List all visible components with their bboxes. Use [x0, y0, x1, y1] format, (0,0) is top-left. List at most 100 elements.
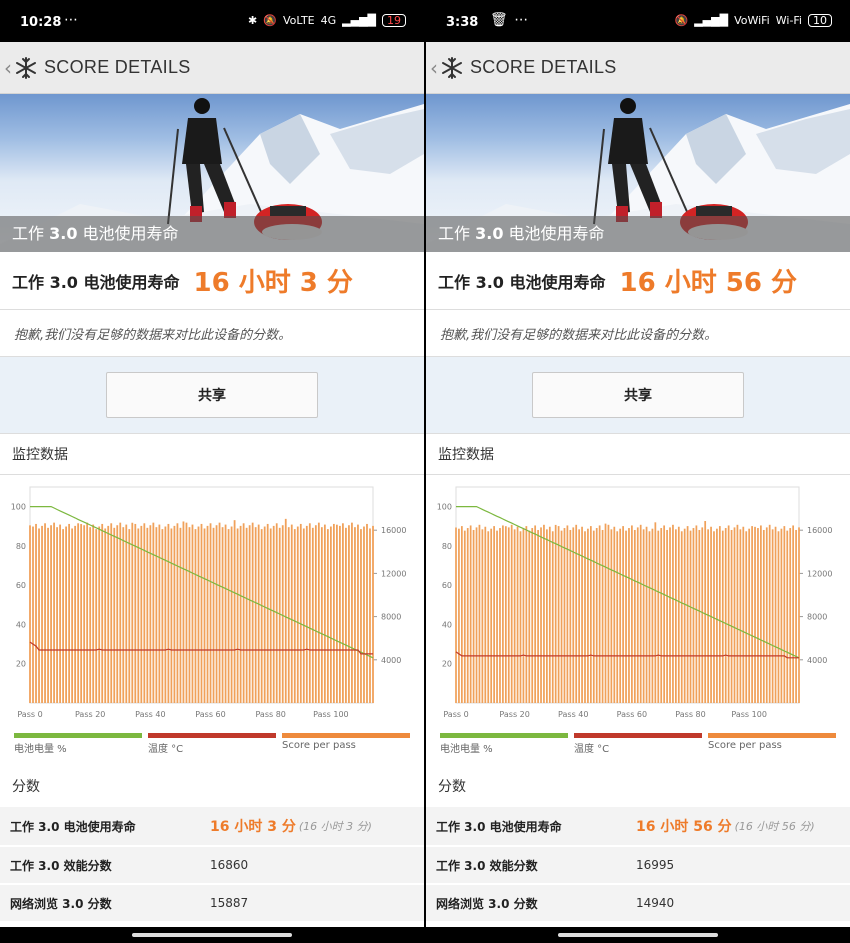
score-bar — [622, 526, 624, 703]
chart-legend: 电池电量 % 温度 °C Score per pass — [14, 733, 410, 755]
score-bar — [460, 526, 463, 703]
share-button[interactable]: 共享 — [532, 372, 744, 418]
score-bar — [339, 525, 341, 703]
score-bar — [475, 527, 478, 703]
score-bar — [158, 524, 161, 703]
score-bar — [29, 525, 31, 703]
status-icons: ✱ 🔕 VoLTE 4G ▂▄▆█ 19 — [248, 14, 406, 27]
score-bar — [531, 528, 534, 703]
score-bar — [654, 522, 657, 703]
home-gesture-handle[interactable] — [132, 933, 292, 937]
page-title: SCORE DETAILS — [470, 57, 617, 77]
score-bar — [323, 524, 326, 703]
score-bar — [326, 529, 329, 703]
result-label: 工作 3.0 电池使用寿命 — [12, 272, 180, 292]
score-bar — [484, 526, 487, 703]
score-bar — [502, 525, 504, 703]
score-bar — [507, 527, 510, 703]
score-bar — [329, 526, 332, 703]
score-bar — [516, 526, 519, 703]
score-bar — [317, 522, 320, 703]
score-bar — [777, 531, 780, 703]
score-name: 工作 3.0 电池使用寿命 — [10, 819, 136, 834]
result-label: 工作 3.0 电池使用寿命 — [438, 272, 606, 292]
score-bar — [721, 530, 724, 703]
score-bar — [466, 528, 469, 703]
scores-section-title: 分数 — [0, 765, 424, 807]
score-bar — [200, 523, 203, 703]
battery-icon: 19 — [382, 14, 406, 27]
score-bar — [592, 530, 595, 703]
score-bar — [218, 522, 221, 703]
score-bar — [551, 531, 554, 703]
score-bar — [651, 528, 654, 703]
y-left-tick-label: 20 — [16, 660, 26, 669]
score-bar — [83, 525, 86, 703]
score-bar — [771, 529, 774, 703]
score-bar — [742, 526, 745, 703]
legend-swatch-score — [708, 733, 836, 738]
score-bar — [167, 523, 170, 703]
y-left-tick-label: 40 — [16, 620, 26, 629]
score-name: 网络浏览 3.0 分数 — [10, 896, 112, 911]
score-bar — [351, 522, 353, 703]
legend-battery: 电池电量 % — [14, 744, 67, 755]
score-bar — [733, 527, 736, 703]
chevron-left-icon[interactable]: ‹ — [430, 56, 438, 80]
score-bar — [206, 525, 209, 703]
score-bar — [242, 523, 245, 703]
score-bar — [519, 531, 522, 703]
score-bar — [80, 524, 83, 703]
score-bar — [302, 528, 305, 703]
score-bar — [493, 526, 495, 703]
score-row: 网络浏览 3.0 分数 14940 — [426, 885, 850, 923]
score-bar — [730, 529, 733, 703]
score-bar — [281, 525, 284, 703]
y-left-tick-label: 80 — [16, 542, 26, 551]
home-gesture-handle[interactable] — [558, 933, 718, 937]
chevron-left-icon[interactable]: ‹ — [4, 56, 12, 80]
score-bar — [672, 524, 674, 703]
y-right-tick-label: 8000 — [807, 613, 827, 622]
score-bar — [191, 524, 194, 703]
score-bar — [113, 527, 116, 703]
volte-icon: VoLTE — [282, 14, 315, 27]
score-row: 工作 3.0 电池使用寿命 16 小时 3 分 (16 小时 3 分) — [0, 807, 424, 847]
score-bar — [62, 529, 64, 703]
score-subvalue: (16 小时 3 分) — [298, 820, 372, 833]
score-bar — [639, 524, 642, 703]
score-bar — [134, 523, 137, 703]
score-bar — [581, 526, 583, 703]
wifi-icon: Wi-Fi — [775, 14, 802, 27]
score-bar — [38, 528, 40, 703]
score-bar — [601, 529, 604, 703]
score-bar — [197, 526, 200, 703]
score-bar — [504, 526, 507, 703]
score-bar — [263, 526, 266, 703]
score-bar — [137, 528, 140, 703]
score-bar — [660, 528, 663, 703]
share-button[interactable]: 共享 — [106, 372, 318, 418]
score-bar — [572, 527, 575, 703]
score-bar — [152, 522, 155, 703]
score-bar — [89, 527, 92, 703]
status-notifications: 🗑 ⋯ — [490, 12, 530, 28]
score-bar — [528, 530, 531, 703]
score-bar — [604, 523, 607, 703]
y-left-tick-label: 60 — [16, 581, 26, 590]
status-bar: 3:38 🗑 ⋯ 🔕 ▂▄▆█ VoWiFi Wi-Fi 10 — [426, 0, 850, 42]
score-bar — [269, 528, 272, 703]
y-left-tick-label: 100 — [437, 503, 452, 512]
score-row: 网络浏览 3.0 分数 15887 — [0, 885, 424, 923]
bluetooth-icon: ✱ — [248, 14, 258, 27]
legend-temperature: 温度 °C — [148, 744, 184, 755]
legend-swatch-score — [282, 733, 410, 738]
score-bar — [140, 525, 143, 703]
score-bar — [754, 526, 756, 703]
mute-icon: 🔕 — [263, 14, 277, 27]
x-tick-label: Pass 60 — [195, 710, 225, 719]
score-bar — [663, 525, 666, 703]
score-bar — [648, 531, 651, 703]
score-bar — [230, 526, 233, 703]
score-bar — [633, 529, 636, 703]
